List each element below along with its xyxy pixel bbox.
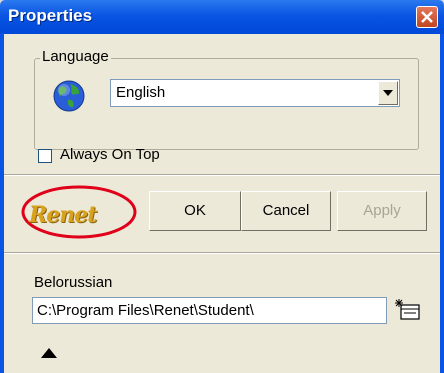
browse-folder-button[interactable]	[392, 296, 422, 326]
title-bar[interactable]: Properties	[0, 0, 444, 34]
close-button[interactable]	[416, 6, 438, 28]
globe-icon	[53, 80, 85, 112]
apply-button[interactable]: Apply	[337, 191, 427, 231]
language-group-legend: Language	[40, 48, 111, 65]
window-frame-right	[440, 34, 444, 373]
window-title: Properties	[8, 6, 93, 25]
ok-button[interactable]: OK	[149, 191, 241, 231]
language-dropdown-arrow-button[interactable]	[378, 81, 398, 105]
renet-logo: Renet	[29, 202, 97, 228]
separator-bottom-highlight	[4, 253, 440, 254]
cancel-button[interactable]: Cancel	[241, 191, 331, 231]
separator-top-highlight	[4, 175, 440, 176]
expand-up-arrow-icon[interactable]	[41, 348, 57, 358]
install-path-value: C:\Program Files\Renet\Student\	[37, 302, 254, 319]
properties-window: Properties Language English Always On To…	[0, 0, 444, 373]
language-dropdown-value: English	[116, 84, 166, 101]
install-path-input[interactable]: C:\Program Files\Renet\Student\	[32, 297, 387, 324]
language-dropdown[interactable]: English	[110, 79, 400, 107]
always-on-top-label[interactable]: Always On Top	[60, 146, 160, 163]
always-on-top-checkbox[interactable]	[38, 149, 52, 163]
close-icon	[421, 11, 433, 23]
translation-language-label: Belorussian	[34, 274, 113, 291]
dialog-client-area: Language English Always On Top Renet OK	[4, 34, 440, 373]
chevron-down-icon	[383, 90, 393, 96]
